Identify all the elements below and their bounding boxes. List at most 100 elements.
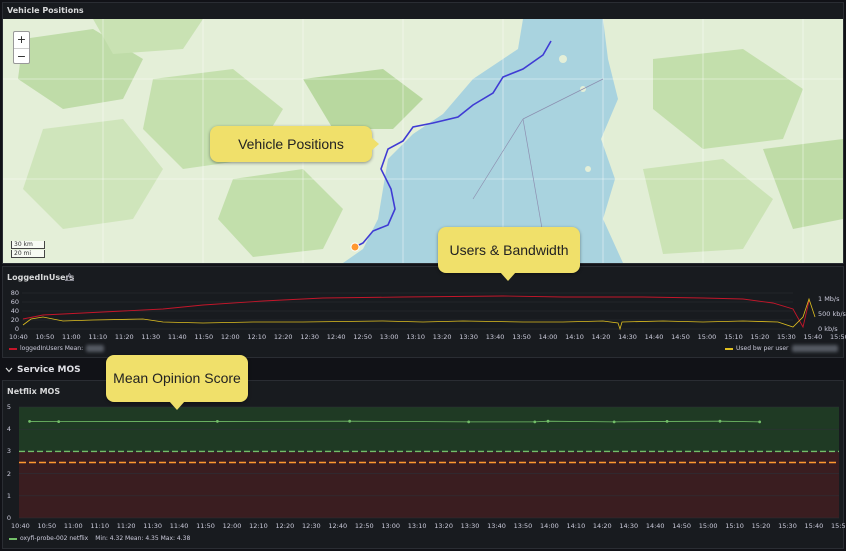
x-tick-label: 11:40 bbox=[167, 333, 187, 341]
x-tick-label: 14:40 bbox=[645, 522, 665, 530]
x-tick-label: 14:20 bbox=[591, 333, 611, 341]
mos-series-line bbox=[29, 420, 760, 423]
x-tick-label: 11:00 bbox=[61, 333, 81, 341]
x-tick-label: 12:10 bbox=[249, 522, 268, 530]
x-tick-label: 15:00 bbox=[697, 333, 717, 341]
x-tick-label: 12:50 bbox=[354, 522, 374, 530]
legend-stats: Min: 4.32 Mean: 4.35 Max: 4.38 bbox=[95, 535, 191, 542]
x-tick-label: 13:00 bbox=[379, 333, 399, 341]
x-tick-label: 14:30 bbox=[618, 333, 637, 341]
mos-data-point[interactable] bbox=[612, 420, 616, 424]
callout-mean-opinion-score: Mean Opinion Score bbox=[106, 355, 248, 402]
mos-data-point[interactable] bbox=[533, 420, 537, 424]
netflix-mos-panel: Netflix MOS 543210 10:40 10:50 11:00 11:10 1… bbox=[2, 380, 846, 549]
x-tick-label: 14:50 bbox=[671, 333, 690, 341]
x-tick-label: 12:30 bbox=[300, 333, 320, 341]
x-tick-label: 10:50 bbox=[35, 333, 55, 341]
mos-data-point[interactable] bbox=[665, 420, 669, 423]
x-tick-label: 12:00 bbox=[220, 333, 240, 341]
x-tick-label: 13:50 bbox=[513, 522, 533, 530]
x-tick-label: 12:40 bbox=[328, 522, 348, 530]
chevron-down-icon bbox=[5, 367, 13, 373]
x-tick-label: 14:10 bbox=[566, 522, 586, 530]
x-tick-label: 13:30 bbox=[459, 333, 478, 341]
zoom-in-button[interactable]: + bbox=[14, 32, 29, 48]
panel-title: Vehicle Positions bbox=[7, 6, 84, 15]
callout-vehicle-positions: Vehicle Positions bbox=[210, 126, 372, 162]
x-tick-label: 13:30 bbox=[460, 522, 480, 530]
x-tick-label: 13:20 bbox=[434, 522, 453, 530]
mos-data-point[interactable] bbox=[28, 420, 31, 423]
mos-data-point[interactable] bbox=[215, 420, 219, 423]
mos-data-point[interactable] bbox=[467, 420, 471, 424]
x-tick-label: 11:00 bbox=[63, 522, 83, 530]
x-tick-label: 15:20 bbox=[751, 522, 771, 530]
mos-data-point[interactable] bbox=[758, 420, 762, 424]
users-bandwidth-chart[interactable] bbox=[3, 267, 845, 359]
x-tick-label: 11:30 bbox=[143, 522, 162, 530]
x-tick-label: 14:00 bbox=[538, 333, 558, 341]
legend-label: oxyfi-probe-002 netflix bbox=[20, 535, 89, 542]
x-tick-label: 13:10 bbox=[407, 522, 427, 530]
legend-label: Used bw per user bbox=[736, 345, 789, 352]
legend-mos-series[interactable]: oxyfi-probe-002 netflix Min: 4.32 Mean: … bbox=[9, 535, 190, 542]
section-service-mos[interactable]: Service MOS bbox=[5, 365, 81, 375]
x-tick-label: 11:20 bbox=[114, 333, 134, 341]
map-canvas[interactable] bbox=[3, 19, 843, 263]
x-tick-label: 12:20 bbox=[275, 522, 295, 530]
x-tick-label: 13:00 bbox=[381, 522, 401, 530]
x-tick-label: 14:20 bbox=[592, 522, 612, 530]
x-tick-label: 15:30 bbox=[777, 333, 796, 341]
x-tick-label: 11:10 bbox=[90, 522, 110, 530]
vehicle-marker bbox=[350, 242, 360, 252]
legend-logged-in-users[interactable]: loggedInUsers Mean: xxxxx bbox=[9, 345, 104, 352]
logged-in-users-panel: LoggedInUsers 80 60 40 20 0 1 Mb/s 500 kb/s 0 … bbox=[2, 266, 846, 359]
x-tick-label: 14:50 bbox=[672, 522, 692, 530]
x-tick-label: 13:20 bbox=[432, 333, 452, 341]
callout-text: Users & Bandwidth bbox=[449, 242, 569, 258]
x-tick-label: 11:30 bbox=[141, 333, 161, 341]
mos-data-point[interactable] bbox=[57, 420, 61, 424]
x-tick-label: 10:50 bbox=[37, 522, 57, 530]
callout-pointer bbox=[371, 137, 379, 151]
redacted-value: xxxxx bbox=[86, 345, 104, 352]
callout-pointer bbox=[500, 272, 516, 281]
x-tick-label: 13:40 bbox=[487, 522, 506, 530]
x-tick-label: 11:20 bbox=[116, 522, 136, 530]
x-tick-label: 12:50 bbox=[353, 333, 373, 341]
x-tick-label: 15:40 bbox=[804, 522, 824, 530]
x-tick-label: 12:00 bbox=[222, 522, 242, 530]
x-tick-label: 14:00 bbox=[540, 522, 559, 530]
x-tick-label: 15:30 bbox=[778, 522, 797, 530]
callout-pointer bbox=[169, 401, 185, 410]
mos-data-point[interactable] bbox=[348, 419, 352, 423]
x-tick-label: 13:50 bbox=[512, 333, 531, 341]
x-tick-label: 11:10 bbox=[88, 333, 108, 341]
x-tick-label: 13:10 bbox=[406, 333, 425, 341]
x-tick-label: 15:50 bbox=[830, 333, 846, 341]
x-tick-label: 11:50 bbox=[194, 333, 214, 341]
map-zoom-control: + − bbox=[13, 31, 30, 64]
callout-text: Vehicle Positions bbox=[238, 136, 344, 152]
zoom-out-button[interactable]: − bbox=[14, 48, 29, 65]
mos-data-point[interactable] bbox=[718, 419, 722, 423]
section-title: Service MOS bbox=[17, 365, 81, 375]
scale-bar-mi: 20 mi bbox=[11, 250, 45, 258]
legend-bandwidth[interactable]: Used bw per user xxxxxxxxxxxxx bbox=[725, 345, 838, 352]
x-tick-label: 15:20 bbox=[750, 333, 770, 341]
scale-bar-km: 30 km bbox=[11, 241, 45, 249]
callout-text: Mean Opinion Score bbox=[113, 370, 241, 386]
x-tick-label: 15:40 bbox=[803, 333, 823, 341]
callout-users-bandwidth: Users & Bandwidth bbox=[438, 227, 580, 273]
x-tick-label: 10:40 bbox=[9, 333, 28, 341]
x-tick-label: 13:40 bbox=[485, 333, 505, 341]
redacted-value: xxxxxxxxxxxxx bbox=[791, 345, 838, 352]
x-tick-label: 11:50 bbox=[196, 522, 215, 530]
mos-data-point[interactable] bbox=[546, 419, 550, 423]
x-tick-label: 10:40 bbox=[11, 522, 30, 530]
x-tick-label: 12:30 bbox=[301, 522, 321, 530]
x-tick-label: 12:20 bbox=[273, 333, 293, 341]
x-tick-label: 14:10 bbox=[565, 333, 584, 341]
x-tick-label: 15:10 bbox=[725, 522, 744, 530]
x-tick-label: 12:10 bbox=[247, 333, 267, 341]
